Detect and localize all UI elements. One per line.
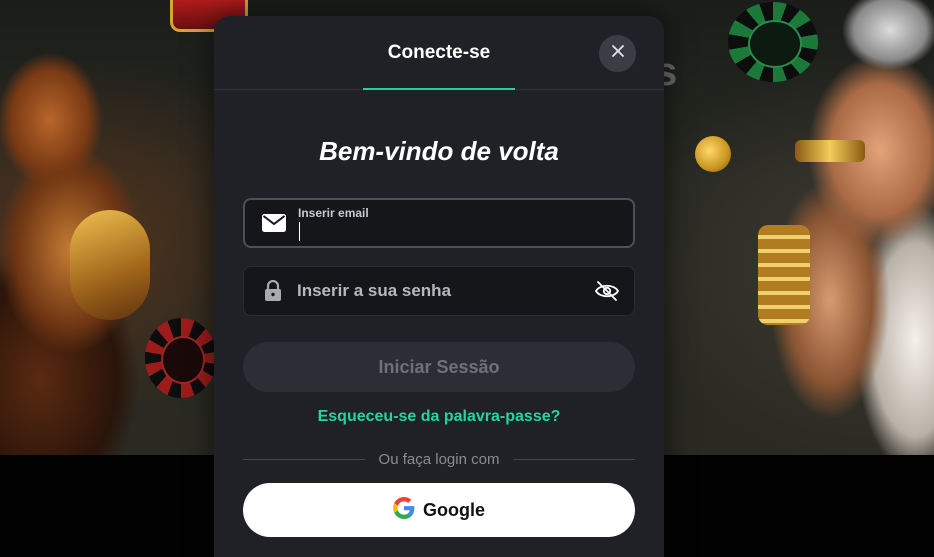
gold-coin-image [695, 136, 731, 172]
login-modal: Conecte-se Bem-vindo de volta Inserir em… [214, 16, 664, 557]
forgot-password-link[interactable]: Esqueceu-se da palavra-passe? [214, 408, 664, 426]
google-button-label: Google [423, 499, 485, 520]
poker-chip-red-image [145, 318, 217, 398]
divider-text: Ou faça login com [378, 450, 500, 468]
password-field[interactable] [243, 266, 635, 316]
text-caret [299, 222, 300, 241]
welcome-title: Bem-vindo de volta [319, 136, 559, 166]
login-button[interactable]: Iniciar Sessão [243, 342, 635, 392]
tab-active-indicator [363, 88, 515, 90]
modal-header: Conecte-se [214, 16, 664, 90]
google-login-button[interactable]: Google [243, 483, 635, 537]
divider-line-left [243, 458, 365, 460]
armband-image [795, 140, 865, 162]
close-button[interactable] [599, 35, 636, 72]
close-icon [611, 44, 625, 63]
envelope-icon [259, 200, 289, 246]
divider-line-right [513, 458, 635, 460]
password-input[interactable] [297, 279, 597, 303]
warrior-arm-image [70, 210, 150, 320]
google-icon [393, 496, 415, 524]
email-input[interactable] [298, 220, 598, 244]
eye-off-icon[interactable] [592, 267, 622, 315]
tab-login[interactable]: Conecte-se [363, 16, 515, 90]
social-divider: Ou faça login com [243, 449, 635, 469]
lock-icon [258, 267, 288, 315]
email-field[interactable]: Inserir email [243, 198, 635, 248]
bracer-image [758, 225, 810, 325]
email-field-label: Inserir email [298, 206, 369, 220]
